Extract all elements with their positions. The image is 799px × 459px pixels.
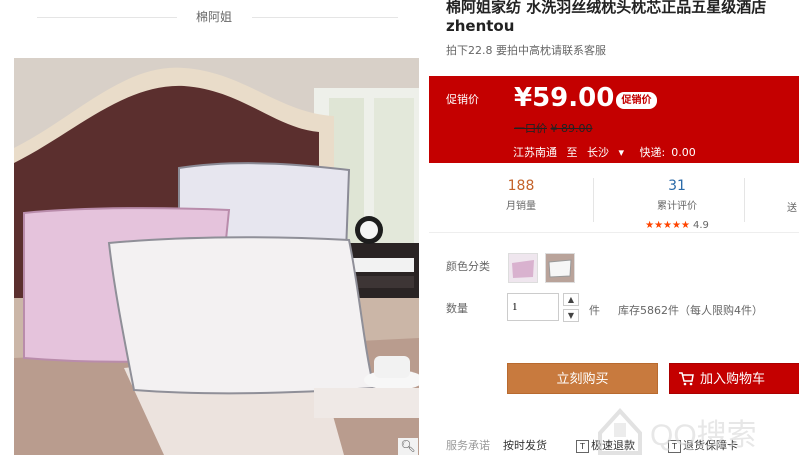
color-swatch-pink[interactable]: [508, 253, 538, 283]
sales-label: 月销量: [506, 201, 536, 212]
product-title-line1: 棉阿姐家纺 水洗羽丝绒枕头枕芯正品五星级酒店: [446, 0, 767, 16]
stock-info: 库存5862件（每人限购4件）: [618, 304, 763, 317]
original-price-label: 一口价: [514, 122, 547, 135]
product-main-image[interactable]: [14, 58, 419, 455]
stat-reviews[interactable]: 31 累计评价 ★★★★★ 4.9: [627, 178, 727, 232]
quantity-label: 数量: [446, 302, 468, 315]
quantity-unit: 件: [589, 304, 600, 317]
promise-item-ontime[interactable]: 按时发货: [503, 437, 547, 453]
swatch-pink-image: [509, 254, 537, 282]
zoom-icon[interactable]: 🔍︎: [398, 438, 418, 455]
chevron-down-icon: ▾: [618, 146, 625, 159]
quantity-decrease-button[interactable]: ▼: [563, 309, 579, 322]
shop-name-wrap: 棉阿姐: [0, 8, 428, 25]
watermark-logo-icon: QQ搜索: [598, 408, 757, 455]
shop-header: 棉阿姐: [0, 0, 428, 34]
reviews-count: 31: [668, 178, 686, 194]
shipping-info: 江苏南通 至 长沙 ▾ 快递: 0.00: [513, 144, 702, 160]
sales-count: 188: [507, 178, 535, 194]
promo-price-label: 促销价: [446, 93, 479, 106]
shop-name[interactable]: 棉阿姐: [181, 10, 246, 24]
rating-value: 4.9: [692, 220, 709, 231]
divider: [593, 178, 594, 222]
original-price: 一口价 ¥ 89.00: [514, 120, 593, 136]
color-swatch-white[interactable]: [545, 253, 575, 283]
stats-bar: 188 月销量 31 累计评价 ★★★★★ 4.9 送: [429, 170, 799, 233]
swatch-white-image: [546, 254, 574, 282]
reviews-label: 累计评价: [657, 201, 697, 212]
promo-price: ¥59.00: [514, 83, 615, 113]
ship-from: 江苏南通: [513, 146, 557, 159]
product-title: 棉阿姐家纺 水洗羽丝绒枕头枕芯正品五星级酒店 zhentou: [446, 0, 799, 36]
ship-to-word: 至: [566, 146, 578, 159]
left-pane: 棉阿姐 🔍︎: [0, 0, 428, 455]
watermark-text: QQ搜索: [650, 419, 757, 452]
buy-now-button[interactable]: 立刻购买: [507, 363, 658, 394]
divider: [744, 178, 745, 222]
color-label: 颜色分类: [446, 260, 490, 273]
ship-to-select[interactable]: 长沙 ▾: [587, 146, 630, 159]
t-badge-icon: T: [576, 439, 589, 453]
service-promise-label: 服务承诺: [446, 439, 490, 452]
original-price-value: ¥ 89.00: [550, 122, 593, 135]
express-value: 0.00: [671, 146, 696, 159]
watermark: QQ搜索: [590, 393, 799, 455]
stat-sales[interactable]: 188 月销量: [476, 178, 566, 212]
third-stat-label: 送: [787, 203, 797, 214]
pillow-photo: [14, 58, 419, 455]
stat-third[interactable]: 送: [787, 178, 799, 214]
promo-badge: 促销价: [616, 92, 657, 109]
product-subtitle: 拍下22.8 要拍中高枕请联系客服: [446, 44, 606, 57]
cart-icon: [679, 372, 694, 386]
star-rating-icon: ★★★★★: [645, 220, 690, 231]
product-title-line2: zhentou: [446, 17, 515, 35]
quantity-increase-button[interactable]: ▲: [563, 293, 579, 306]
add-to-cart-label: 加入购物车: [700, 372, 766, 387]
add-to-cart-button[interactable]: 加入购物车: [669, 363, 799, 394]
ship-to: 长沙: [587, 146, 609, 159]
express-label: 快递:: [639, 146, 666, 159]
quantity-input[interactable]: [507, 293, 559, 321]
